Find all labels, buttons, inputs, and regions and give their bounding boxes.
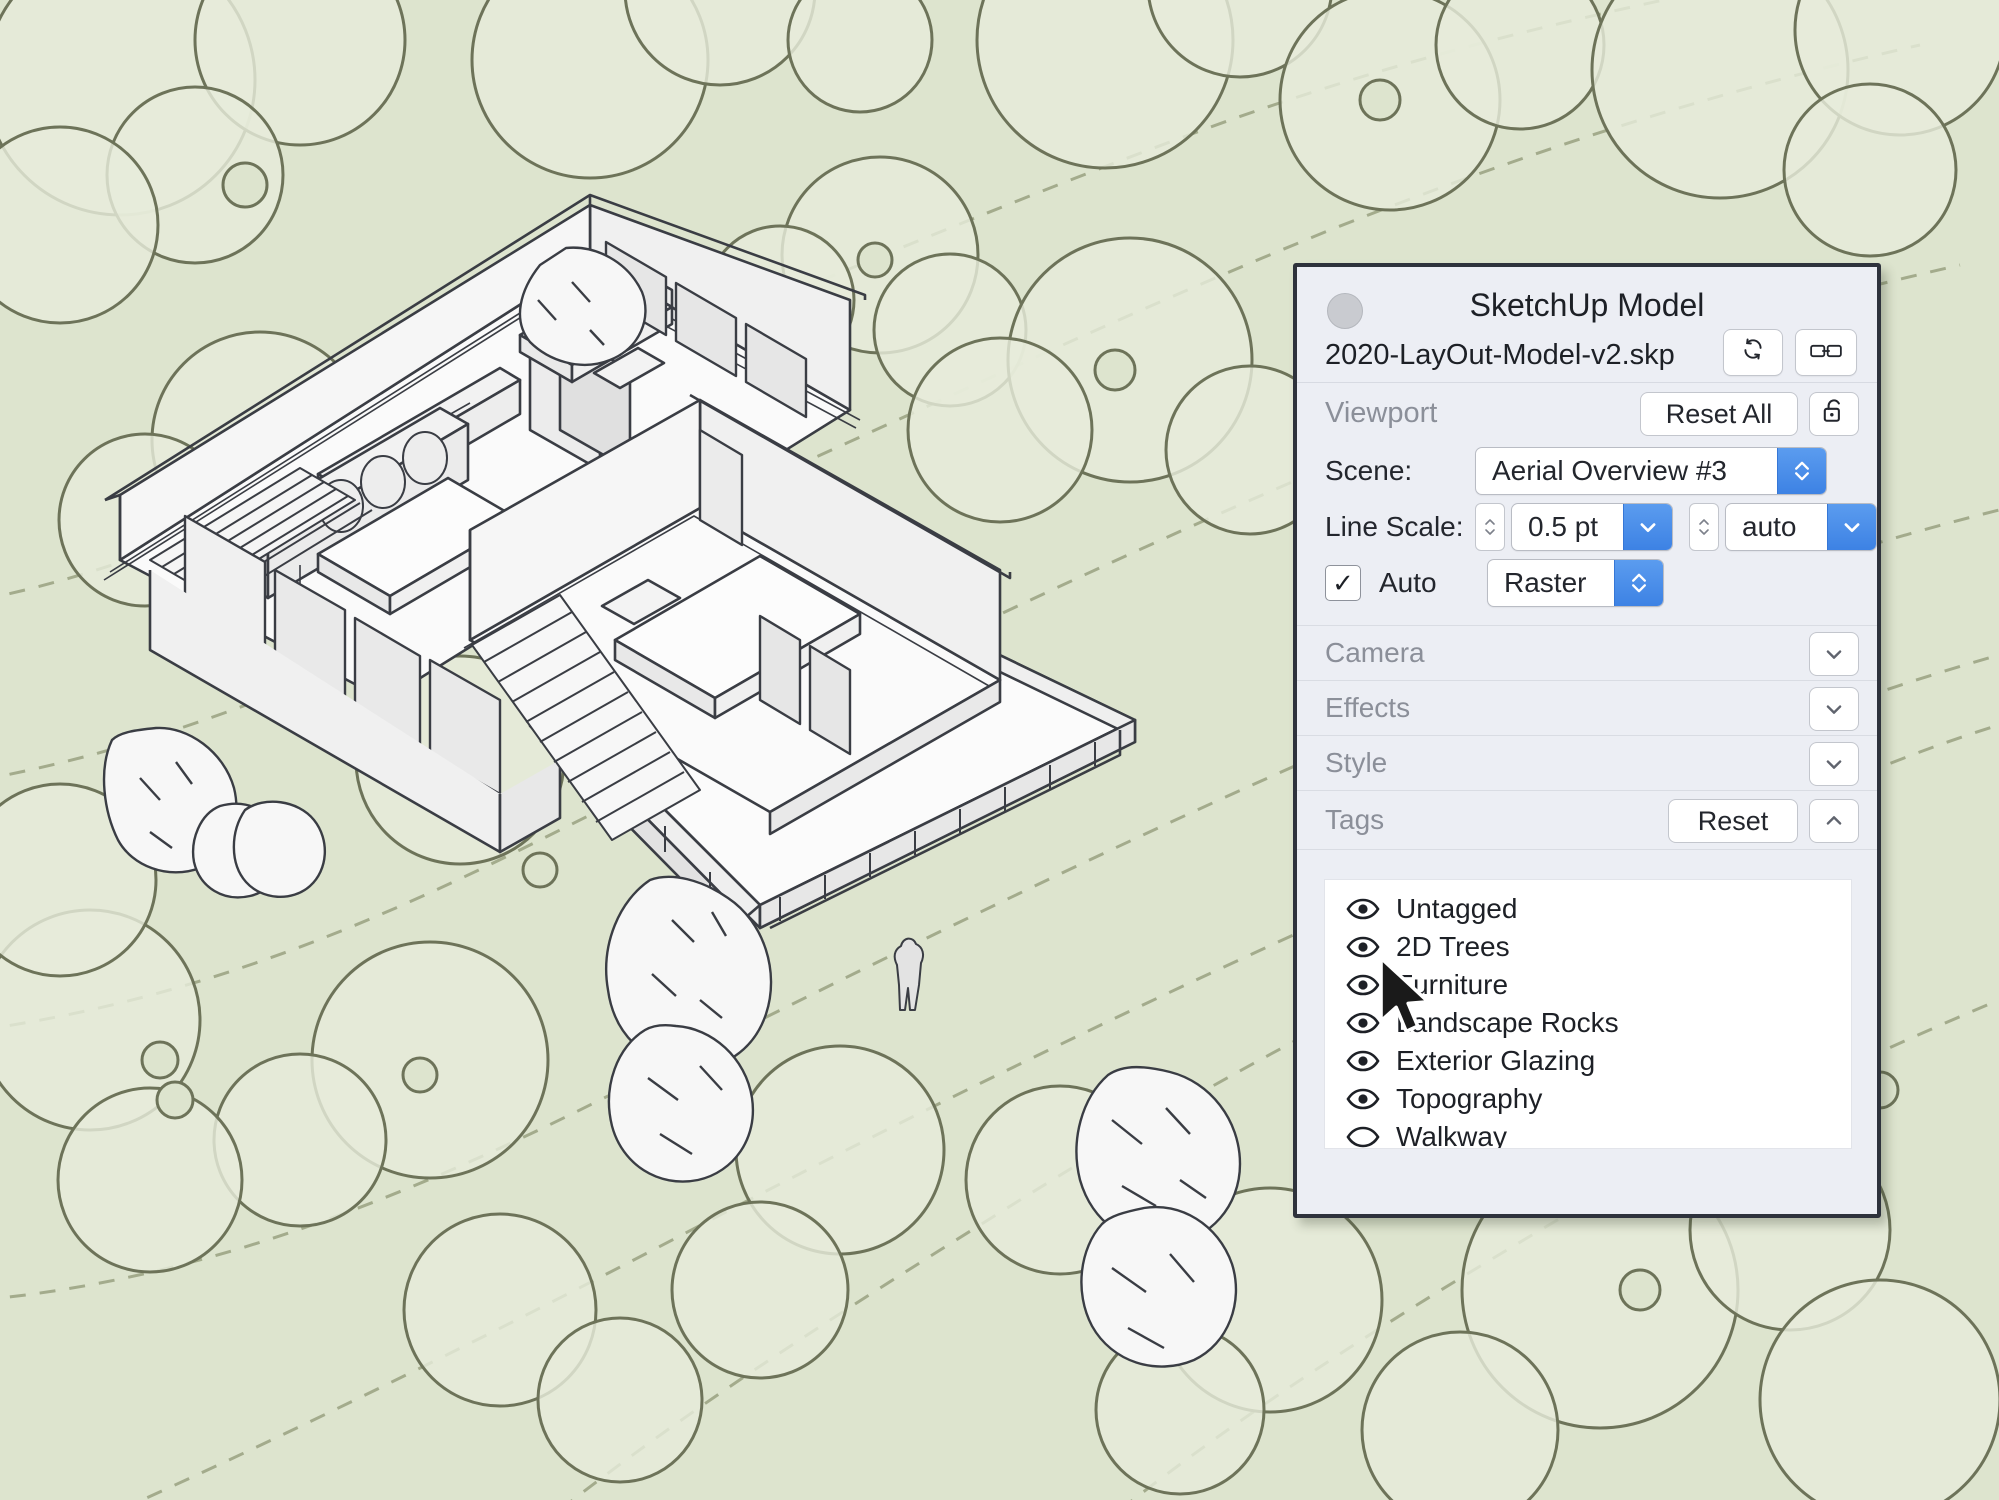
- app-canvas: SketchUp Model 2020-LayOut-Model-v2.skp: [0, 0, 1999, 1500]
- checkmark-icon: ✓: [1332, 568, 1354, 598]
- auto-checkbox[interactable]: ✓: [1325, 565, 1361, 601]
- tag-label: Landscape Rocks: [1396, 1007, 1619, 1038]
- tag-row-2d-trees[interactable]: 2D Trees: [1325, 928, 1851, 966]
- tags-label: Tags: [1325, 804, 1385, 835]
- render-mode-stepper-icon[interactable]: [1614, 560, 1663, 606]
- section-effects[interactable]: Effects: [1297, 681, 1877, 736]
- camera-label: Camera: [1325, 637, 1425, 668]
- lock-button[interactable]: [1809, 392, 1859, 436]
- section-style[interactable]: Style: [1297, 736, 1877, 791]
- line-scale-b-value: auto: [1742, 511, 1797, 542]
- scene-row: Scene: Aerial Overview #3: [1297, 443, 1877, 499]
- style-label: Style: [1325, 747, 1388, 778]
- line-scale-row: Line Scale: 0.5 pt auto: [1297, 499, 1877, 555]
- render-mode-select[interactable]: Raster: [1487, 559, 1664, 607]
- tag-label: Untagged: [1396, 893, 1518, 924]
- eye-visible-icon[interactable]: [1346, 898, 1386, 920]
- scene-stepper-icon[interactable]: [1777, 448, 1826, 494]
- sketchup-model-panel: SketchUp Model 2020-LayOut-Model-v2.skp: [1293, 263, 1881, 1218]
- tags-collapse-button[interactable]: [1809, 799, 1859, 843]
- line-scale-a-spinner[interactable]: [1475, 503, 1505, 551]
- viewport-label: Viewport: [1325, 396, 1438, 429]
- panel-header: SketchUp Model 2020-LayOut-Model-v2.skp: [1297, 267, 1877, 383]
- viewport-section: Viewport Reset All Scene: Aerial Overvie…: [1297, 383, 1877, 626]
- refresh-button[interactable]: [1723, 329, 1783, 376]
- link-icon: [1810, 337, 1842, 368]
- tag-row-walkway[interactable]: Walkway: [1325, 1118, 1851, 1149]
- render-mode-value: Raster: [1504, 567, 1587, 598]
- style-expand-button[interactable]: [1809, 742, 1859, 786]
- reset-all-button[interactable]: Reset All: [1640, 392, 1798, 436]
- tag-label: 2D Trees: [1396, 931, 1510, 962]
- line-scale-a-select[interactable]: 0.5 pt: [1511, 503, 1673, 551]
- auto-label: Auto: [1379, 567, 1437, 598]
- model-file-name: 2020-LayOut-Model-v2.skp: [1325, 339, 1675, 371]
- scene-select[interactable]: Aerial Overview #3: [1475, 447, 1827, 495]
- refresh-icon: [1740, 336, 1766, 369]
- eye-visible-icon[interactable]: [1346, 974, 1386, 996]
- tags-reset-button[interactable]: Reset: [1668, 799, 1798, 843]
- tag-row-untagged[interactable]: Untagged: [1325, 890, 1851, 928]
- tag-row-furniture[interactable]: Furniture: [1325, 966, 1851, 1004]
- line-scale-a-dropdown-icon[interactable]: [1623, 504, 1672, 550]
- viewport-header: Viewport Reset All: [1297, 383, 1877, 443]
- eye-visible-icon[interactable]: [1346, 1012, 1386, 1034]
- tag-row-topography[interactable]: Topography: [1325, 1080, 1851, 1118]
- scene-label: Scene:: [1325, 455, 1413, 486]
- tag-row-exterior-glazing[interactable]: Exterior Glazing: [1325, 1042, 1851, 1080]
- tag-label: Walkway: [1396, 1121, 1507, 1149]
- section-camera[interactable]: Camera: [1297, 626, 1877, 681]
- tags-list[interactable]: Untagged 2D Trees Furniture Landscape Ro…: [1324, 879, 1852, 1149]
- effects-label: Effects: [1325, 692, 1411, 723]
- line-scale-a-value: 0.5 pt: [1528, 511, 1599, 542]
- eye-visible-icon[interactable]: [1346, 1088, 1386, 1110]
- eye-hidden-icon[interactable]: [1346, 1126, 1386, 1148]
- effects-expand-button[interactable]: [1809, 687, 1859, 731]
- tag-row-landscape-rocks[interactable]: Landscape Rocks: [1325, 1004, 1851, 1042]
- render-row: ✓ Auto Raster: [1297, 555, 1877, 611]
- eye-visible-icon[interactable]: [1346, 1050, 1386, 1072]
- tag-label: Furniture: [1396, 969, 1509, 1000]
- section-tags[interactable]: Tags Reset: [1297, 791, 1877, 850]
- tag-label: Topography: [1396, 1083, 1543, 1114]
- line-scale-b-dropdown-icon[interactable]: [1827, 504, 1876, 550]
- link-button[interactable]: [1795, 329, 1857, 376]
- tag-label: Exterior Glazing: [1396, 1045, 1596, 1076]
- line-scale-b-select[interactable]: auto: [1725, 503, 1877, 551]
- unlock-icon: [1822, 398, 1846, 431]
- line-scale-b-spinner[interactable]: [1689, 503, 1719, 551]
- camera-expand-button[interactable]: [1809, 632, 1859, 676]
- eye-visible-icon[interactable]: [1346, 936, 1386, 958]
- header-button-group: [1723, 329, 1857, 376]
- panel-title: SketchUp Model: [1469, 287, 1705, 323]
- scene-value: Aerial Overview #3: [1492, 455, 1727, 486]
- line-scale-label: Line Scale:: [1325, 511, 1464, 542]
